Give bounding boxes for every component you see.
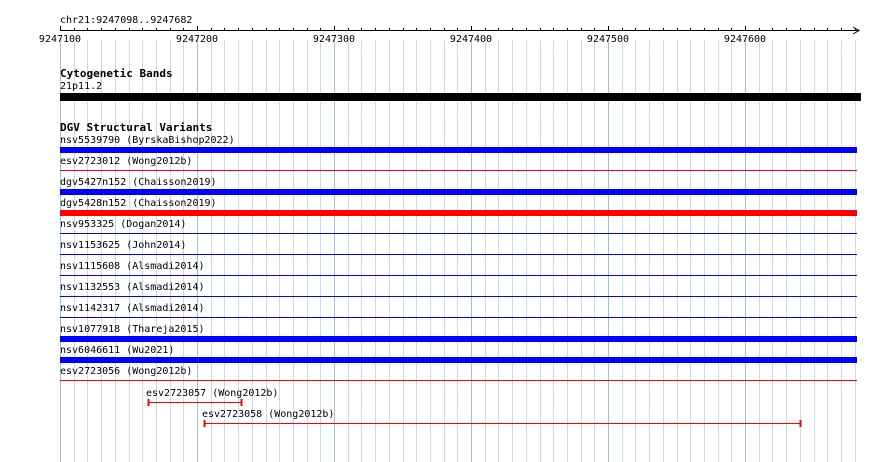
feature-line[interactable]	[60, 317, 857, 318]
feature-bar[interactable]	[60, 336, 857, 342]
ruler-tick-label: 9247500	[586, 34, 630, 45]
ruler-tick-label: 9247200	[175, 34, 219, 45]
feature-label: nsv1142317 (Alsmadi2014)	[60, 303, 205, 314]
feature-label: dgv5427n152 (Chaisson2019)	[60, 177, 217, 188]
dgv-track-title: DGV Structural Variants	[60, 121, 213, 134]
feature-line[interactable]	[60, 380, 857, 381]
feature-label: nsv1132553 (Alsmadi2014)	[60, 282, 205, 293]
feature-label: nsv5539790 (ByrskaBishop2022)	[60, 135, 235, 146]
ruler-tick-label: 9247300	[312, 34, 356, 45]
ruler-tick-label: 9247400	[449, 34, 493, 45]
cytoband-bar[interactable]	[60, 93, 861, 101]
feature-line[interactable]	[60, 296, 857, 297]
ruler-tick-label: 9247100	[38, 34, 82, 45]
feature-label: nsv1077918 (Thareja2015)	[60, 324, 205, 335]
feature-line[interactable]	[60, 233, 857, 234]
feature-bar[interactable]	[60, 210, 857, 216]
genome-browser-view: chr21:9247098..9247682 9247100 9247200 924…	[0, 0, 890, 462]
feature-line[interactable]	[60, 254, 857, 255]
cytoband-track-title: Cytogenetic Bands	[60, 67, 173, 80]
feature-label: esv2723057 (Wong2012b)	[146, 388, 279, 399]
feature-span-glyph[interactable]	[0, 399, 890, 407]
feature-bar[interactable]	[60, 147, 857, 153]
feature-label: nsv1115608 (Alsmadi2014)	[60, 261, 205, 272]
feature-bar[interactable]	[60, 189, 857, 195]
feature-label: nsv1153625 (John2014)	[60, 240, 187, 251]
feature-line[interactable]	[60, 275, 857, 276]
feature-label: esv2723056 (Wong2012b)	[60, 366, 193, 377]
feature-line[interactable]	[60, 170, 857, 171]
feature-label: esv2723012 (Wong2012b)	[60, 156, 193, 167]
feature-label: dgv5428n152 (Chaisson2019)	[60, 198, 217, 209]
feature-label: nsv6046611 (Wu2021)	[60, 345, 175, 356]
feature-bar[interactable]	[60, 357, 857, 363]
ruler-tick-label: 9247600	[723, 34, 767, 45]
feature-label: nsv953325 (Dogan2014)	[60, 219, 187, 230]
feature-label: esv2723058 (Wong2012b)	[202, 409, 335, 420]
feature-span-glyph[interactable]	[0, 420, 890, 428]
cytoband-label: 21p11.2	[60, 81, 103, 92]
